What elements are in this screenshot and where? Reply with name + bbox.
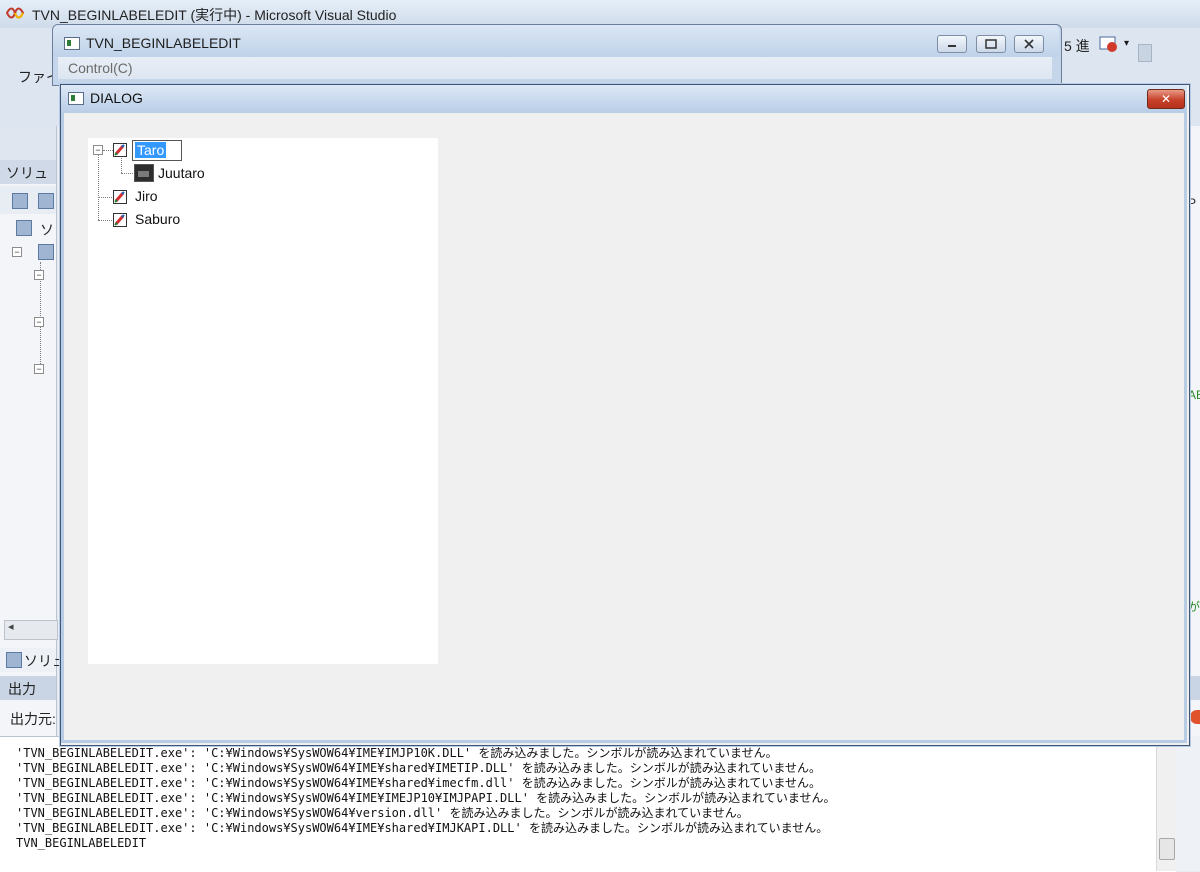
pencil-icon xyxy=(113,190,127,204)
tree-connector xyxy=(121,173,133,174)
output-line: 'TVN_BEGINLABELEDIT.exe': 'C:¥Windows¥Sy… xyxy=(16,791,836,805)
error-icon[interactable] xyxy=(1190,710,1200,724)
show-all-files-icon[interactable] xyxy=(38,193,54,209)
output-line: 'TVN_BEGINLABELEDIT.exe': 'C:¥Windows¥Sy… xyxy=(16,776,822,790)
output-panel-title: 出力 xyxy=(8,681,36,697)
dialog-close-button[interactable]: ✕ xyxy=(1147,89,1185,109)
dialog-title: DIALOG xyxy=(90,90,143,106)
minimize-icon xyxy=(948,45,956,47)
app-window-icon xyxy=(64,37,80,50)
collapse-icon[interactable]: − xyxy=(34,270,44,280)
tree-connector xyxy=(98,197,112,198)
solution-tree-item[interactable]: ソ xyxy=(40,220,54,240)
restore-button[interactable] xyxy=(976,35,1006,53)
tree-connector xyxy=(103,150,113,151)
vs-toolbar-label: 5 進 xyxy=(1064,38,1090,54)
record-icon[interactable] xyxy=(1098,34,1120,54)
visual-studio-logo-icon xyxy=(6,7,24,19)
tree-connector xyxy=(98,155,99,220)
dialog-window-icon xyxy=(68,92,84,105)
monitor-icon xyxy=(134,164,154,182)
output-line: TVN_BEGINLABELEDIT xyxy=(16,836,147,850)
properties-icon[interactable] xyxy=(12,193,28,209)
app-window-title: TVN_BEGINLABELEDIT xyxy=(86,35,241,51)
tree-node-saburo[interactable]: Saburo xyxy=(135,211,180,227)
tree-node-taro[interactable]: Taro xyxy=(135,142,167,158)
collapse-icon[interactable]: − xyxy=(93,145,103,155)
collapse-icon[interactable]: − xyxy=(34,317,44,327)
output-line: 'TVN_BEGINLABELEDIT.exe': 'C:¥Windows¥Sy… xyxy=(16,746,778,760)
output-right-strip xyxy=(1176,736,1200,871)
output-line: 'TVN_BEGINLABELEDIT.exe': 'C:¥Windows¥Sy… xyxy=(16,806,749,820)
tree-connector xyxy=(98,220,112,221)
output-line: 'TVN_BEGINLABELEDIT.exe': 'C:¥Windows¥Sy… xyxy=(16,821,829,835)
collapse-icon[interactable]: − xyxy=(12,247,22,257)
minimize-button[interactable] xyxy=(937,35,967,53)
close-icon xyxy=(1024,39,1034,49)
pencil-icon xyxy=(113,143,127,157)
solution-explorer-toolbar xyxy=(0,186,56,214)
dialog-frame xyxy=(1184,113,1187,743)
vs-window-title: TVN_BEGINLABELEDIT (実行中) - Microsoft Vis… xyxy=(32,7,397,23)
solution-icon xyxy=(16,220,32,236)
output-line: 'TVN_BEGINLABELEDIT.exe': 'C:¥Windows¥Sy… xyxy=(16,761,822,775)
menu-control[interactable]: Control(C) xyxy=(68,60,133,76)
left-toolbar xyxy=(0,126,56,160)
output-source-label: 出力元: xyxy=(10,711,56,727)
dialog-titlebar[interactable] xyxy=(61,85,1187,113)
scrollbar-thumb[interactable] xyxy=(1159,838,1175,860)
chevron-down-icon[interactable]: ▾ xyxy=(1124,38,1129,49)
solution-explorer-title: ソリュ xyxy=(6,165,48,181)
tree-node-juutaro[interactable]: Juutaro xyxy=(158,165,205,181)
project-icon xyxy=(38,244,54,260)
close-button[interactable] xyxy=(1014,35,1044,53)
output-log: 'TVN_BEGINLABELEDIT.exe': 'C:¥Windows¥Sy… xyxy=(16,738,1166,851)
app-menubar xyxy=(58,57,1052,79)
pencil-icon xyxy=(113,213,127,227)
solution-explorer-icon xyxy=(6,652,22,668)
collapse-icon[interactable]: − xyxy=(34,364,44,374)
restore-icon xyxy=(985,39,997,49)
tree-connector xyxy=(121,158,122,173)
scroll-left-icon[interactable]: ◂ xyxy=(8,620,14,633)
toolbar-overflow-button[interactable] xyxy=(1138,44,1152,62)
dialog-frame xyxy=(61,740,1187,743)
tree-node-jiro[interactable]: Jiro xyxy=(135,188,158,204)
